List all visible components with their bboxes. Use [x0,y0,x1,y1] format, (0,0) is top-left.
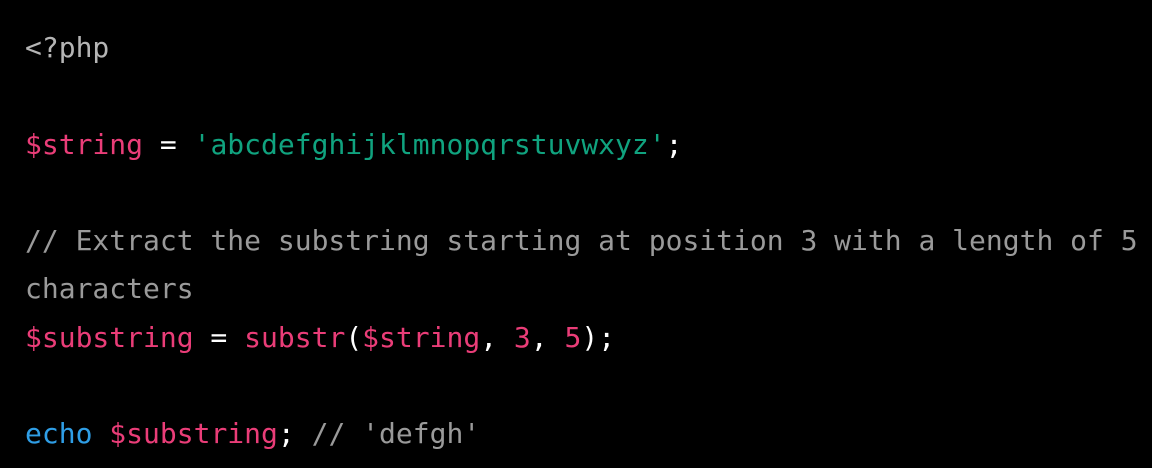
assign-operator: = [193,320,245,354]
code-line-7: $substring = substr($string, 3, 5); [25,314,1152,362]
assign-operator: = [143,127,194,161]
close-paren-semicolon: ); [581,320,616,354]
code-line-5: // Extract the substring starting at pos… [25,217,1152,265]
semicolon: ; [277,417,295,451]
code-line-3: $string = 'abcdefghijklmnopqrstuvwxyz'; [25,121,1152,169]
comment-text: // Extract the substring starting at pos… [25,224,1138,258]
variable-substring: $substring [109,417,278,451]
comma-separator: , [480,320,514,354]
php-open-tag: <?php [25,31,110,64]
echo-keyword: echo [25,417,93,451]
number-argument-start: 3 [513,320,531,354]
semicolon: ; [665,127,683,161]
string-literal: 'abcdefghijklmnopqrstuvwxyz' [193,127,666,161]
variable-string: $string [25,127,144,161]
number-argument-length: 5 [564,320,582,354]
code-line-1: <?php [25,24,1152,72]
code-line-9: echo $substring; // 'defgh' [25,410,1152,458]
function-name: substr [244,320,346,354]
inline-comment: // 'defgh' [294,417,481,451]
variable-substring: $substring [25,320,194,354]
argument-variable: $string [362,320,481,354]
code-block: <?php $string = 'abcdefghijklmnopqrstuvw… [0,0,1152,468]
comma-separator: , [530,320,565,354]
code-line-6: characters [25,265,1152,313]
comment-text-continued: characters [25,272,194,306]
open-paren: ( [345,320,363,354]
